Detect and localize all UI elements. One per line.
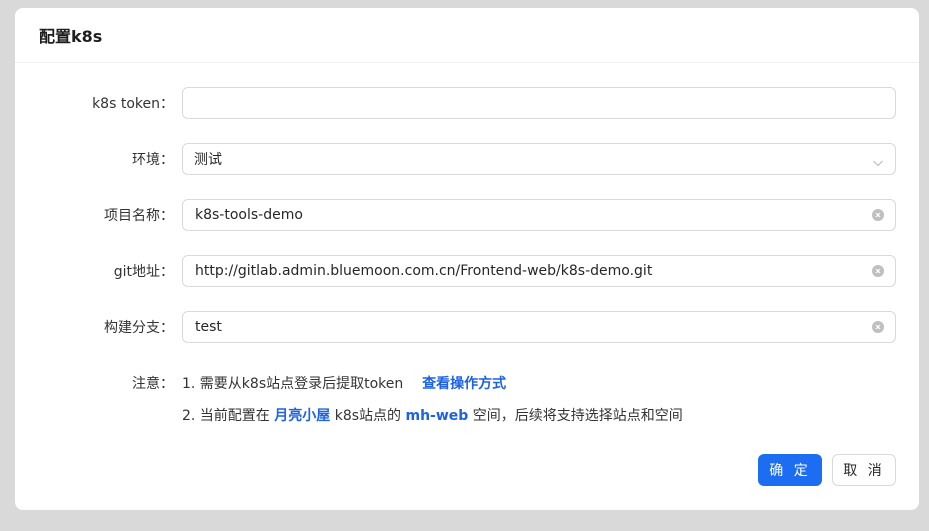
branch-input[interactable] <box>183 312 895 342</box>
git-label: git地址： <box>113 264 174 280</box>
clear-icon[interactable] <box>872 265 884 277</box>
chevron-down-icon[interactable] <box>872 154 884 173</box>
form-row-token: k8s token： <box>15 87 919 119</box>
project-input[interactable] <box>183 200 895 230</box>
note-2-mid: k8s站点的 <box>334 408 402 424</box>
project-field[interactable] <box>182 199 896 231</box>
form-row-branch: 构建分支： <box>15 311 919 343</box>
modal-header: 配置k8s <box>15 8 919 63</box>
ok-button[interactable]: 确 定 <box>758 454 822 486</box>
note-2-post: 空间，后续将支持选择站点和空间 <box>472 408 683 424</box>
env-select-value: 测试 <box>194 152 222 168</box>
note-1-text: 1. 需要从k8s站点登录后提取token <box>182 376 404 392</box>
modal-title: 配置k8s <box>39 27 103 46</box>
env-select[interactable]: 测试 <box>182 143 896 175</box>
clear-icon[interactable] <box>872 209 884 221</box>
git-input[interactable] <box>183 256 895 286</box>
clear-icon[interactable] <box>872 321 884 333</box>
token-field[interactable] <box>182 87 896 119</box>
branch-field[interactable] <box>182 311 896 343</box>
token-label: k8s token： <box>92 96 174 112</box>
note-2-pre: 2. 当前配置在 <box>182 408 270 424</box>
notes-label: 注意： <box>132 376 174 392</box>
token-input[interactable] <box>183 88 895 118</box>
note-line-1: 1. 需要从k8s站点登录后提取token 查看操作方式 <box>182 373 506 393</box>
cancel-button[interactable]: 取 消 <box>832 454 896 486</box>
note-2-site: 月亮小屋 <box>274 408 331 424</box>
env-label: 环境： <box>132 152 174 168</box>
form-row-git: git地址： <box>15 255 919 287</box>
project-label: 项目名称： <box>104 208 174 224</box>
view-instructions-link[interactable]: 查看操作方式 <box>422 376 506 392</box>
form-row-env: 环境： 测试 <box>15 143 919 175</box>
note-2-space: mh-web <box>405 408 469 424</box>
form-row-project: 项目名称： <box>15 199 919 231</box>
branch-label: 构建分支： <box>104 320 174 336</box>
git-field[interactable] <box>182 255 896 287</box>
note-line-2: 2. 当前配置在 月亮小屋 k8s站点的 mh-web 空间，后续将支持选择站点… <box>182 405 683 425</box>
config-k8s-modal: 配置k8s k8s token： 环境： 测试 项目名称： k8s-tools-… <box>15 8 919 510</box>
